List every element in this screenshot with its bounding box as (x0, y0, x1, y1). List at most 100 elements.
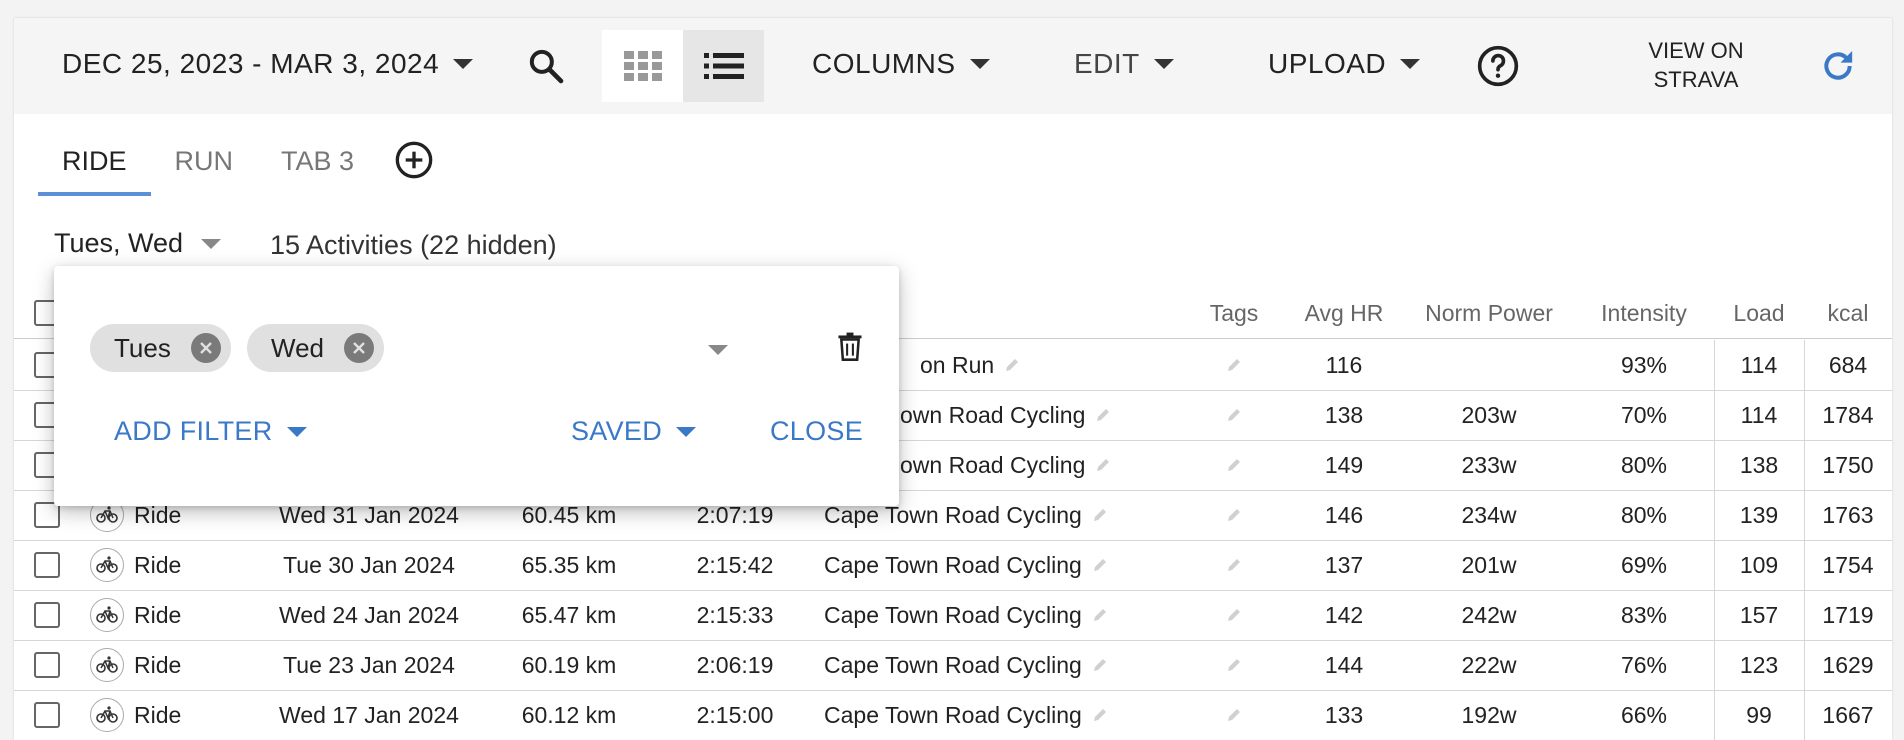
edit-name-button[interactable] (1092, 557, 1108, 573)
edit-dropdown[interactable]: EDIT (1074, 48, 1174, 80)
edit-tags-button[interactable] (1226, 407, 1242, 423)
activity-time: 2:06:19 (696, 651, 774, 678)
activity-type-badge (90, 548, 124, 582)
edit-tags-button[interactable] (1226, 607, 1242, 623)
kcal: 1784 (1822, 401, 1874, 428)
tab-3[interactable]: TAB 3 (257, 126, 378, 196)
header-intensity[interactable]: Intensity (1574, 288, 1714, 338)
chevron-down-icon (708, 345, 728, 355)
pencil-icon (1097, 409, 1110, 421)
activity-name[interactable]: Cape Town Road Cycling (824, 602, 1082, 629)
edit-tags-button[interactable] (1226, 707, 1242, 723)
remove-chip-button[interactable] (190, 333, 221, 363)
tags-cell (1184, 440, 1284, 490)
pencil-icon (1228, 709, 1240, 721)
activity-name[interactable]: own Road Cycling (900, 452, 1085, 479)
columns-dropdown[interactable]: COLUMNS (812, 48, 990, 80)
tags-cell (1184, 640, 1284, 690)
tab-run[interactable]: RUN (151, 126, 258, 196)
norm-power: 234w (1461, 501, 1517, 528)
header-avg-hr[interactable]: Avg HR (1284, 288, 1404, 338)
row-select-cell (34, 640, 60, 690)
edit-name-button[interactable] (1095, 457, 1111, 473)
list-view-button[interactable] (683, 30, 764, 102)
chevron-down-icon (201, 238, 222, 249)
table-row[interactable]: Ride Wed 24 Jan 2024 65.47 km 2:15:33 Cape T… (14, 590, 1892, 641)
delete-filter-button[interactable] (836, 332, 864, 367)
edit-tags-button[interactable] (1226, 357, 1242, 373)
edit-name-button[interactable] (1004, 357, 1020, 373)
table-row[interactable]: Ride Wed 17 Jan 2024 60.12 km 2:15:00 Cape T… (14, 690, 1892, 740)
load: 157 (1739, 601, 1779, 628)
row-checkbox[interactable] (34, 552, 60, 578)
activity-name-cell: Cape Town Road Cycling (824, 540, 1108, 590)
row-checkbox[interactable] (34, 652, 60, 678)
pencil-icon (1097, 459, 1110, 471)
edit-name-button[interactable] (1092, 657, 1108, 673)
pencil-icon (1093, 559, 1106, 571)
pencil-icon (1093, 609, 1106, 621)
refresh-icon (1824, 51, 1853, 80)
avg-hr: 133 (1324, 701, 1364, 728)
date-range-dropdown[interactable]: DEC 25, 2023 - MAR 3, 2024 (62, 48, 474, 80)
activity-type-cell: Ride (90, 540, 181, 590)
header-load[interactable]: Load (1714, 288, 1804, 338)
edit-tags-button[interactable] (1226, 457, 1242, 473)
activity-type: Ride (134, 551, 182, 578)
header-tags[interactable]: Tags (1184, 288, 1284, 338)
close-icon (199, 342, 212, 354)
activity-name[interactable]: on Run (920, 352, 994, 379)
activity-name[interactable]: own Road Cycling (900, 402, 1085, 429)
saved-filters-label: SAVED (571, 416, 663, 446)
edit-name-button[interactable] (1092, 607, 1108, 623)
upload-dropdown[interactable]: UPLOAD (1268, 48, 1421, 80)
edit-name-button[interactable] (1092, 507, 1108, 523)
intensity: 80% (1620, 501, 1668, 528)
avg-hr: 146 (1324, 501, 1364, 528)
bike-icon (96, 506, 118, 523)
date-range-label: DEC 25, 2023 - MAR 3, 2024 (62, 48, 440, 79)
header-kcal[interactable]: kcal (1804, 288, 1892, 338)
search-button[interactable] (526, 46, 566, 86)
chip-select-dropdown[interactable] (708, 342, 728, 360)
activity-distance: 65.35 km (521, 551, 617, 578)
remove-chip-button[interactable] (344, 333, 374, 363)
view-toggle (602, 30, 764, 102)
help-button[interactable] (1476, 44, 1520, 88)
norm-power: 222w (1461, 651, 1517, 678)
edit-tags-button[interactable] (1226, 557, 1242, 573)
kcal: 1719 (1822, 601, 1874, 628)
tab-ride[interactable]: RIDE (38, 126, 151, 196)
add-tab-button[interactable] (394, 140, 434, 185)
grid-view-button[interactable] (602, 30, 683, 102)
activity-name[interactable]: Cape Town Road Cycling (824, 652, 1082, 679)
activity-name[interactable]: Cape Town Road Cycling (824, 702, 1082, 729)
app-window: DEC 25, 2023 - MAR 3, 2024 COLUMNS EDIT … (14, 18, 1892, 740)
day-filter-dropdown[interactable]: Tues, Wed (54, 228, 222, 259)
edit-tags-button[interactable] (1226, 657, 1242, 673)
saved-filters-button[interactable]: SAVED (571, 416, 697, 447)
header-norm-power[interactable]: Norm Power (1404, 288, 1574, 338)
close-popup-button[interactable]: CLOSE (770, 416, 863, 447)
table-row[interactable]: Ride Tue 30 Jan 2024 65.35 km 2:15:42 Cape T… (14, 540, 1892, 591)
refresh-button[interactable] (1818, 46, 1858, 86)
view-on-strava-line1: VIEW ON (1648, 38, 1744, 63)
pencil-icon (1093, 659, 1106, 671)
pencil-icon (1228, 609, 1240, 621)
activity-name[interactable]: Cape Town Road Cycling (824, 552, 1082, 579)
load: 139 (1739, 501, 1779, 528)
edit-name-button[interactable] (1095, 407, 1111, 423)
norm-power: 233w (1461, 451, 1517, 478)
list-view-icon (703, 53, 744, 79)
row-checkbox[interactable] (34, 702, 60, 728)
activity-count: 15 Activities (22 hidden) (270, 230, 557, 260)
activity-type-badge (90, 648, 124, 682)
norm-power (1404, 340, 1574, 390)
table-row[interactable]: Ride Tue 23 Jan 2024 60.19 km 2:06:19 Cape T… (14, 640, 1892, 691)
load: 123 (1739, 651, 1779, 678)
edit-name-button[interactable] (1092, 707, 1108, 723)
add-filter-button[interactable]: ADD FILTER (114, 416, 307, 447)
view-on-strava-button[interactable]: VIEW ON STRAVA (1634, 36, 1758, 94)
row-checkbox[interactable] (34, 602, 60, 628)
edit-tags-button[interactable] (1226, 507, 1242, 523)
